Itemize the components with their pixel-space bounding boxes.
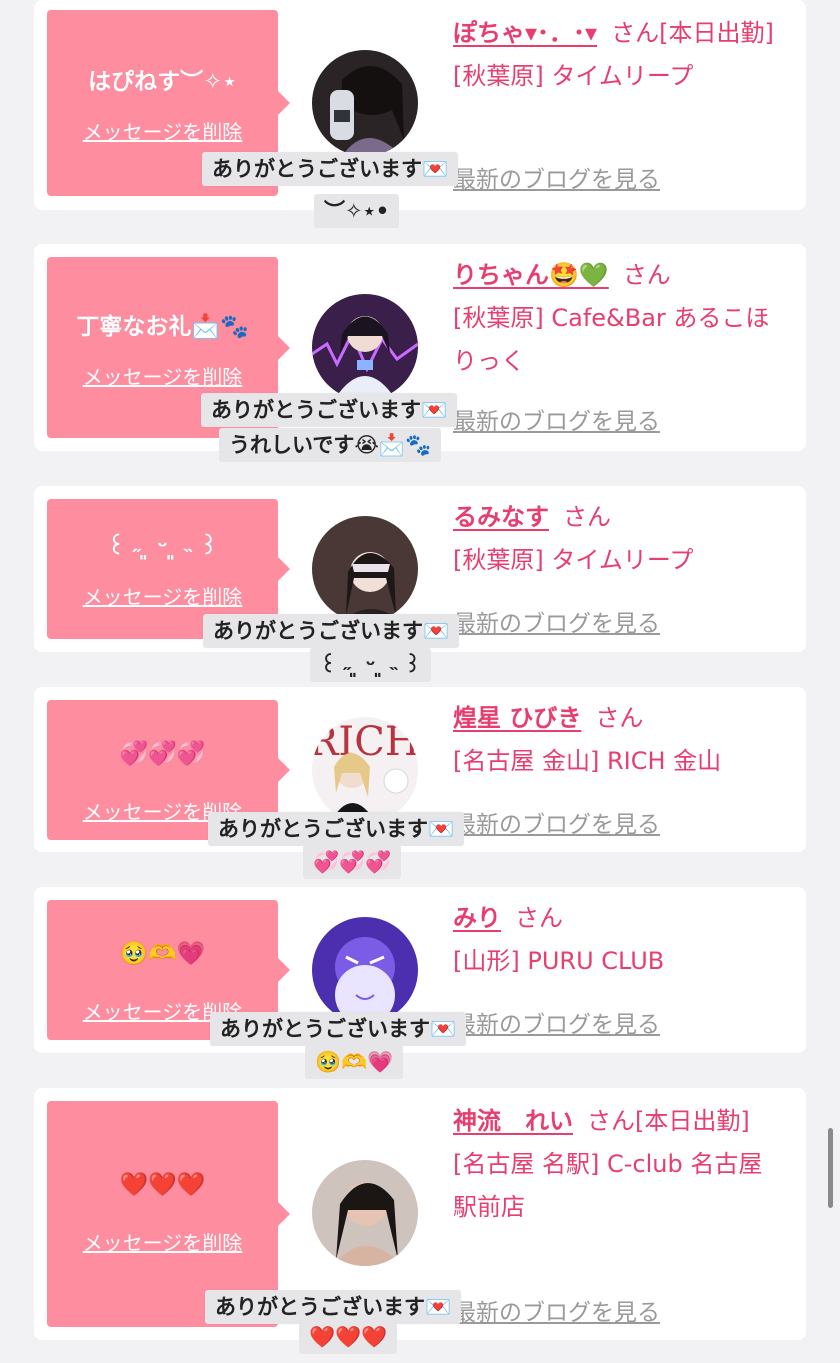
shop-name: [名古屋 金山] RICH 金山	[453, 747, 722, 775]
reply-message: ありがとうございます💌	[208, 812, 465, 846]
cast-name-link[interactable]: るみなす	[453, 503, 549, 531]
cast-name-link[interactable]: ぽちゃ▾･．･▾	[453, 19, 597, 47]
reply-message: ありがとうございます💌	[203, 614, 460, 648]
avatar[interactable]	[312, 50, 418, 156]
avatar[interactable]	[312, 294, 418, 400]
message-text: 🥹🫶💗	[119, 941, 206, 967]
latest-blog-link[interactable]: 最新のブログを見る	[453, 402, 660, 436]
cast-name-link[interactable]: みり	[453, 904, 501, 932]
cast-info: るみなす さん [秋葉原] タイムリープ	[453, 496, 783, 582]
reply-message: ありがとうございます💌	[205, 1290, 462, 1324]
honorific: さん	[515, 904, 563, 932]
avatar[interactable]: RICH	[312, 717, 418, 823]
latest-blog-link[interactable]: 最新のブログを見る	[453, 1293, 660, 1327]
cast-info: みり さん [山形] PURU CLUB	[453, 897, 783, 983]
status-badge: [本日出勤]	[635, 1107, 750, 1135]
reply-message-line2: ︶✧⋆•	[314, 194, 400, 228]
cast-info: 煌星 ひびき さん [名古屋 金山] RICH 金山	[453, 697, 783, 783]
message-text: ꒰ ˶ ͈ ᵕ ͈ ˵ ꒱	[107, 534, 218, 560]
message-text: はぴねす︶✧⋆	[88, 69, 237, 95]
reply-message-line2: ❤️❤️❤️	[299, 1320, 398, 1354]
message-text: ❤️❤️❤️	[119, 1172, 206, 1198]
cast-info: ぽちゃ▾･．･▾ さん[本日出勤] [秋葉原] タイムリープ	[453, 12, 783, 98]
cast-info: 神流 れい さん[本日出勤] [名古屋 名駅] C-club 名古屋駅前店	[453, 1100, 783, 1229]
avatar[interactable]	[312, 917, 418, 1023]
shop-name: [名古屋 名駅] C-club 名古屋駅前店	[453, 1150, 763, 1221]
reply-message: ありがとうございます💌	[202, 152, 459, 186]
delete-message-link[interactable]: メッセージを削除	[47, 1227, 278, 1256]
reply-message-line2: 🥹🫶💗	[305, 1045, 404, 1079]
status-badge: [本日出勤]	[659, 19, 774, 47]
honorific: さん	[611, 19, 660, 47]
reply-message: ありがとうございます💌	[201, 393, 458, 427]
cast-name-link[interactable]: 神流 れい	[453, 1107, 573, 1135]
delete-message-link[interactable]: メッセージを削除	[47, 581, 278, 610]
cast-name-link[interactable]: 煌星 ひびき	[453, 704, 581, 732]
delete-message-link[interactable]: メッセージを削除	[47, 361, 278, 390]
shop-name: [秋葉原] タイムリープ	[453, 62, 694, 90]
shop-name: [山形] PURU CLUB	[453, 947, 665, 975]
honorific: さん	[622, 261, 671, 289]
reply-message: ありがとうございます💌	[210, 1012, 467, 1046]
honorific: さん	[595, 704, 644, 732]
latest-blog-link[interactable]: 最新のブログを見る	[453, 160, 660, 194]
honorific: さん	[587, 1107, 635, 1135]
shop-name: [秋葉原] Cafe&Bar あるこほりっく	[453, 304, 770, 375]
shop-name: [秋葉原] タイムリープ	[453, 546, 694, 574]
cast-name-link[interactable]: りちゃん🤩💚	[453, 261, 609, 289]
reply-message-line2: ꒰ ˶ ͈ ᵕ ͈ ˵ ꒱	[310, 648, 431, 682]
cast-info: りちゃん🤩💚 さん [秋葉原] Cafe&Bar あるこほりっく	[453, 254, 783, 383]
svg-text:RICH: RICH	[312, 719, 418, 765]
latest-blog-link[interactable]: 最新のブログを見る	[453, 604, 660, 638]
avatar[interactable]	[312, 1160, 418, 1266]
honorific: さん	[563, 503, 611, 531]
message-text: 💞💞💞	[119, 741, 206, 767]
scrollbar[interactable]	[828, 1128, 833, 1208]
avatar[interactable]	[312, 516, 418, 622]
message-text: 丁寧なお礼📩🐾	[76, 314, 249, 340]
latest-blog-link[interactable]: 最新のブログを見る	[453, 805, 660, 839]
latest-blog-link[interactable]: 最新のブログを見る	[453, 1005, 660, 1039]
reply-message-line2: うれしいです😭📩🐾	[219, 428, 442, 462]
delete-message-link[interactable]: メッセージを削除	[47, 116, 278, 145]
reply-message-line2: 💞💞💞	[303, 845, 402, 879]
